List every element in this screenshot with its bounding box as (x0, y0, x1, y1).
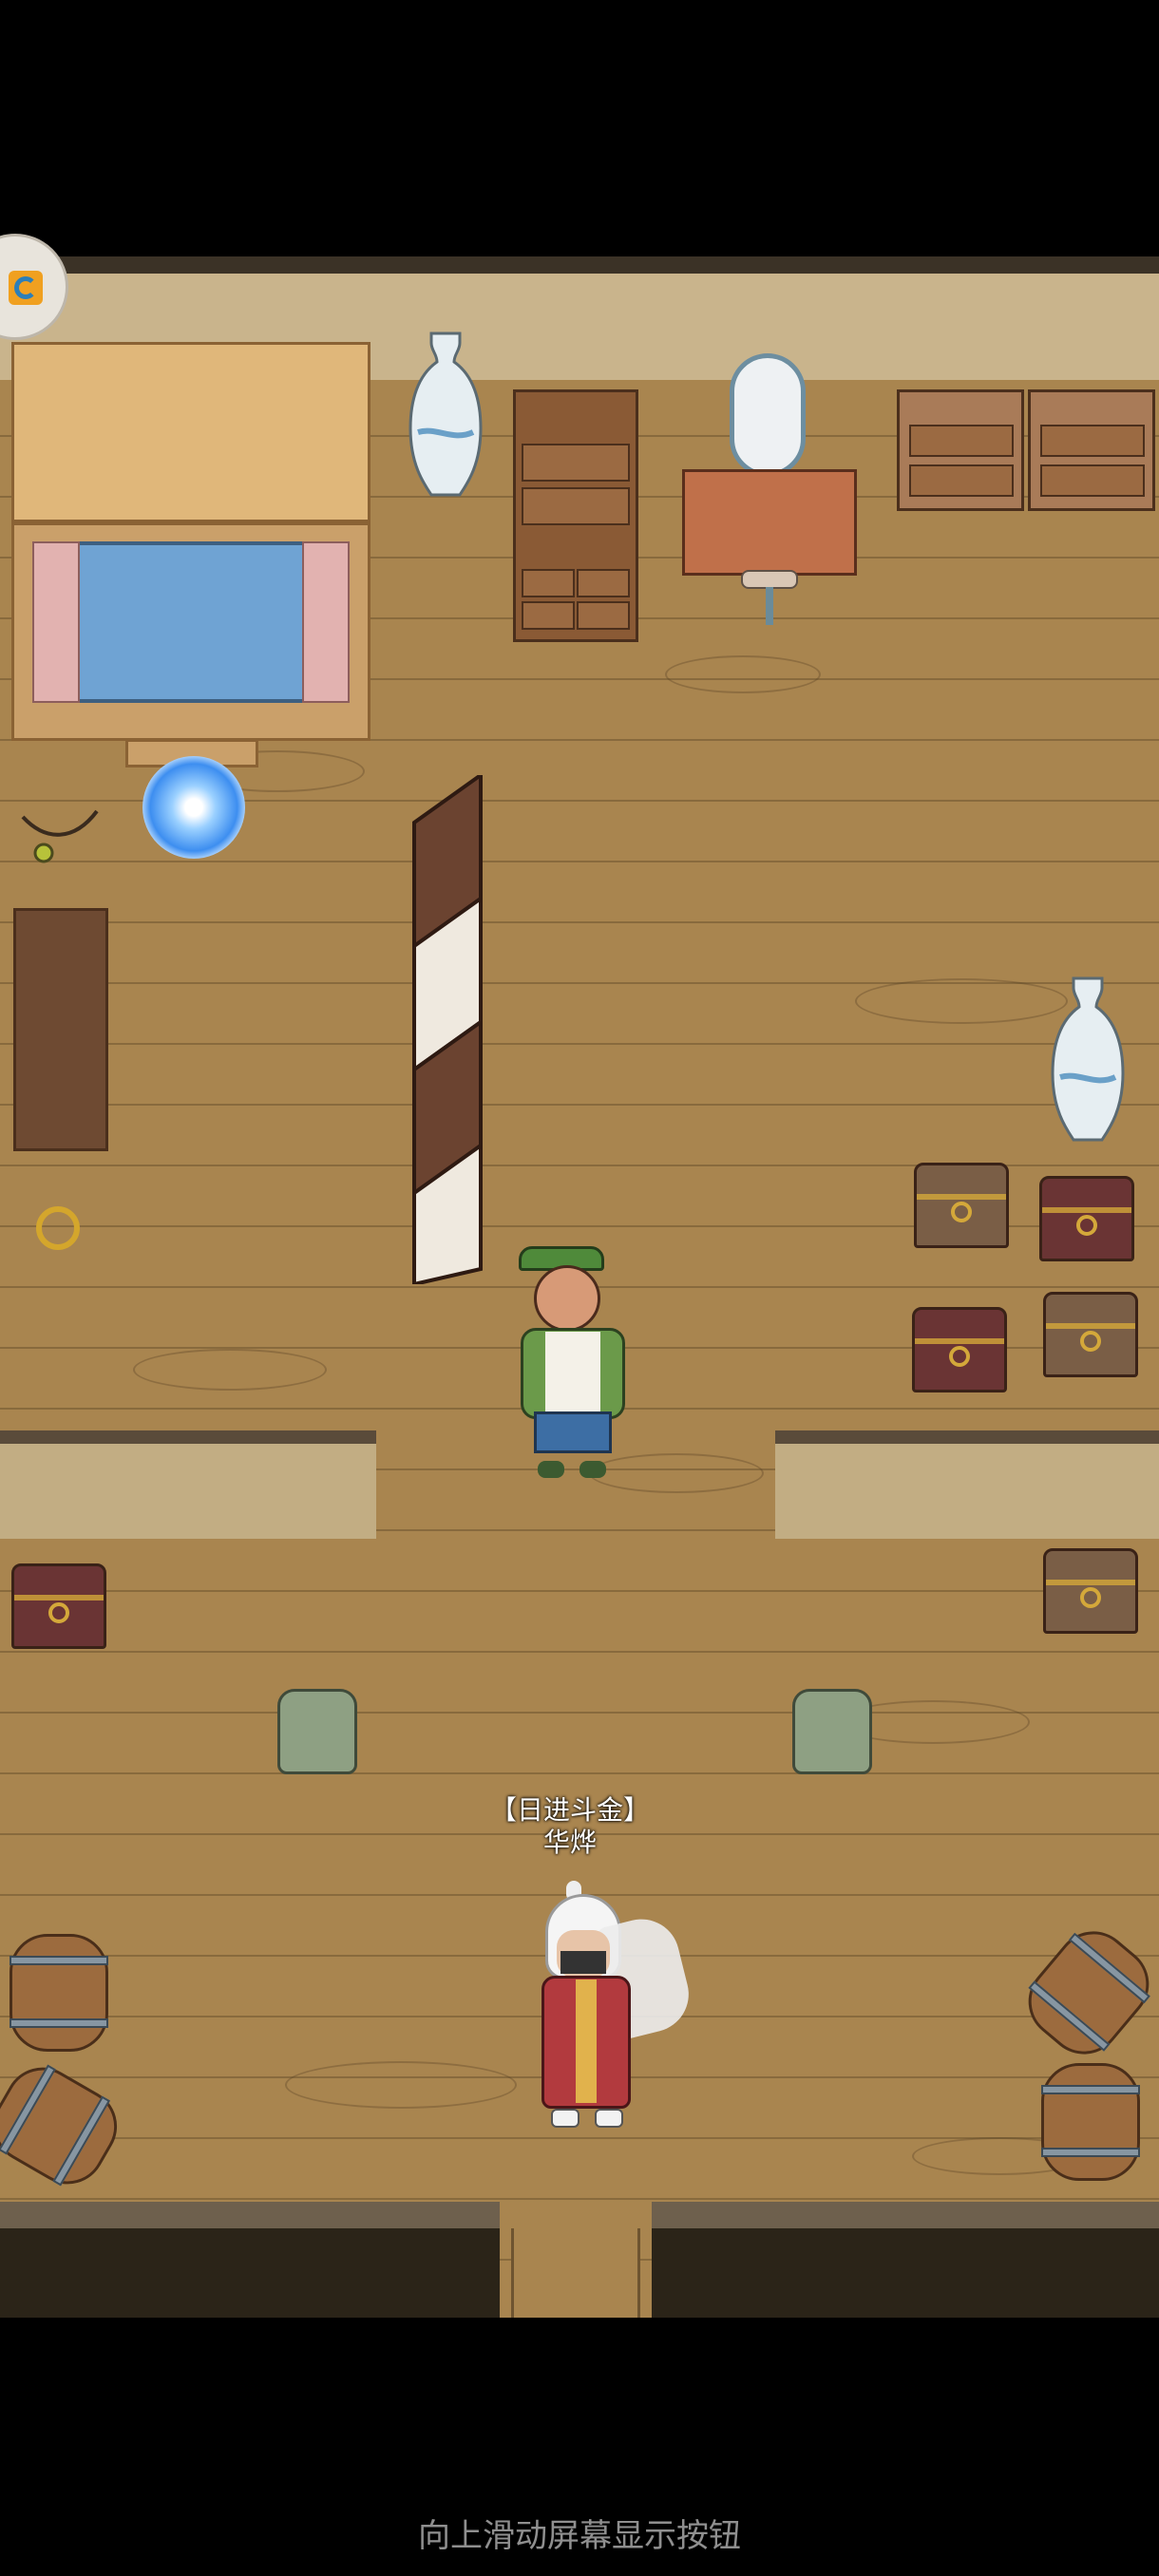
treasure-chest[interactable] (914, 1163, 1009, 1248)
vanity-table[interactable] (682, 353, 857, 638)
bookshelf[interactable] (13, 908, 108, 1151)
treasure-chest[interactable] (1043, 1548, 1138, 1634)
barrel[interactable] (1041, 2063, 1140, 2181)
porcelain-vase-right[interactable] (1051, 973, 1125, 1144)
npc-shopkeeper[interactable] (513, 1246, 642, 1480)
partition-ledge-right (775, 1430, 1159, 1539)
bottom-wall-left (0, 2202, 500, 2318)
wood-grain-knot (665, 655, 821, 693)
player-name: 华烨 (542, 1827, 597, 1858)
necklace-icon[interactable] (17, 804, 103, 870)
floor-plank-line (0, 1651, 1159, 1653)
nightstand-right[interactable] (1028, 389, 1155, 511)
wood-grain-knot (133, 1349, 327, 1391)
canopy-bed[interactable] (11, 342, 370, 767)
bottom-wall-right (652, 2202, 1159, 2318)
treasure-chest[interactable] (1039, 1176, 1134, 1261)
partition-ledge-left (0, 1430, 376, 1539)
swirl-portal-icon[interactable] (142, 756, 245, 859)
floor-plank-line (0, 861, 1159, 862)
wood-grain-knot (855, 978, 1068, 1024)
treasure-chest[interactable] (11, 1563, 106, 1649)
ring-icon[interactable] (36, 1206, 80, 1250)
floor-plank-line (0, 1104, 1159, 1106)
floor-plank-line (0, 1590, 1159, 1592)
stool[interactable] (792, 1689, 872, 1774)
stool[interactable] (277, 1689, 357, 1774)
floor-plank-line (0, 2198, 1159, 2200)
tall-shelf[interactable] (513, 389, 638, 642)
floor-plank-line (0, 1772, 1159, 1774)
player-character[interactable] (528, 1881, 697, 2137)
folding-screen[interactable] (405, 771, 492, 1287)
treasure-chest[interactable] (912, 1307, 1007, 1392)
floor-plank-line (0, 1043, 1159, 1045)
doorway-exit[interactable] (511, 2228, 640, 2318)
wood-grain-knot (285, 2061, 517, 2109)
nightstand-left[interactable] (897, 389, 1024, 511)
porcelain-vase[interactable] (408, 328, 483, 499)
treasure-chest[interactable] (1043, 1292, 1138, 1377)
barrel[interactable] (10, 1934, 108, 2052)
floor-plank-line (0, 921, 1159, 923)
swipe-hint-text: 向上滑动屏幕显示按钮 (418, 2517, 741, 2555)
